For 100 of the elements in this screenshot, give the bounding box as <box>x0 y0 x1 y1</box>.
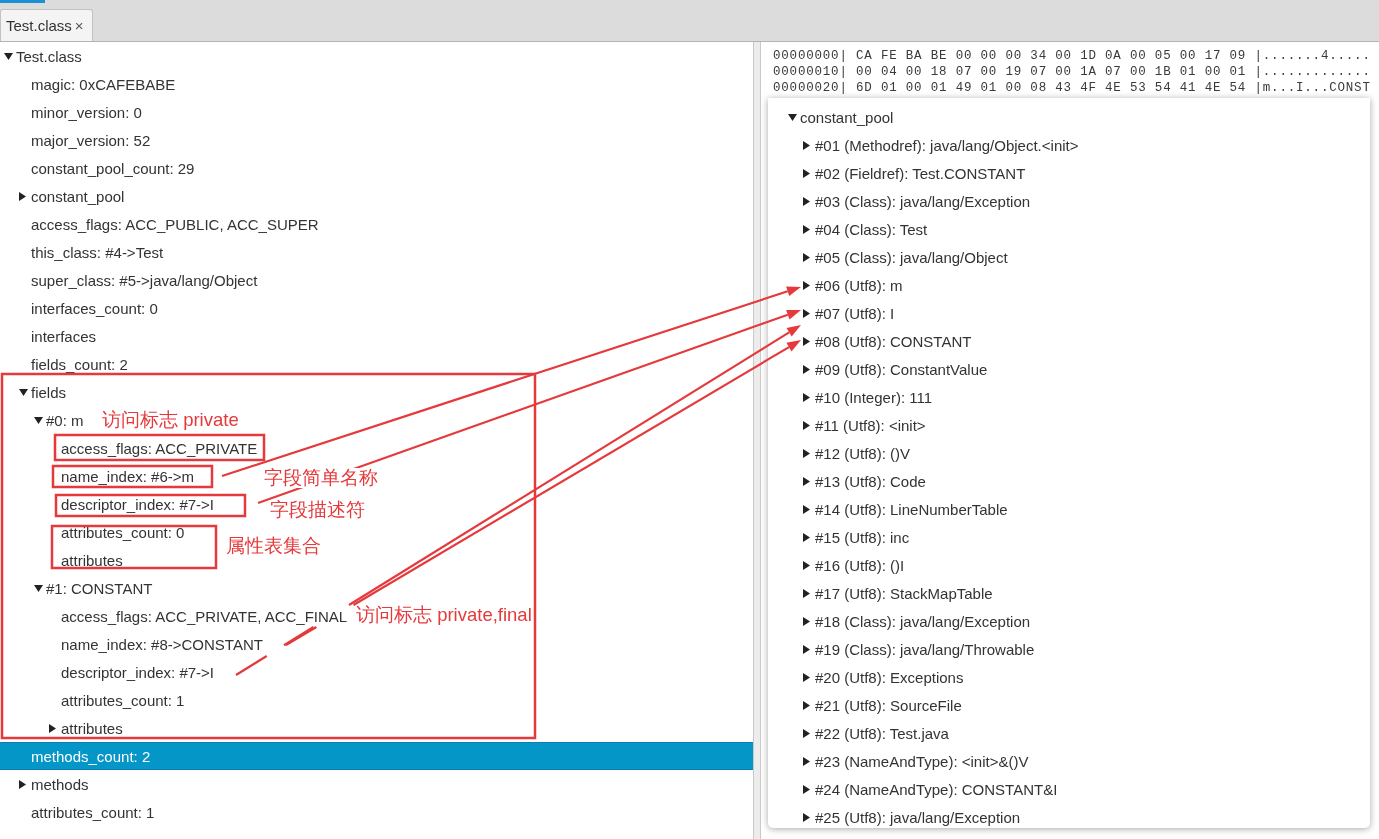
caret-right-icon[interactable] <box>49 723 56 733</box>
tree-item[interactable]: #01 (Methodref): java/lang/Object.<init> <box>768 131 1079 159</box>
tree-item[interactable]: #10 (Integer): 111 <box>768 383 933 411</box>
caret-down-icon[interactable] <box>19 388 28 396</box>
tree-item[interactable]: interfaces_count: 0 <box>0 294 158 322</box>
tree-item[interactable]: #1: CONSTANT <box>0 574 153 602</box>
caret-right-icon[interactable] <box>803 672 810 682</box>
caret-down-icon[interactable] <box>788 113 797 121</box>
tree-item[interactable]: this_class: #4->Test <box>0 238 164 266</box>
hex-ascii: |............. <box>1254 64 1371 80</box>
tree-item[interactable]: #03 (Class): java/lang/Exception <box>768 187 1031 215</box>
tree-item[interactable]: access_flags: ACC_PRIVATE, ACC_FINAL <box>0 602 348 630</box>
caret-right-icon[interactable] <box>803 812 810 822</box>
hex-bytes: 6D 01 00 01 49 01 00 08 43 4F 4E 53 54 41 4E 54 <box>856 80 1247 96</box>
tree-item[interactable]: #14 (Utf8): LineNumberTable <box>768 495 1008 523</box>
caret-right-icon[interactable] <box>803 784 810 794</box>
tree-item[interactable]: #24 (NameAndType): CONSTANT&I <box>768 775 1058 803</box>
tree-item[interactable]: attributes_count: 1 <box>0 686 185 714</box>
caret-right-icon[interactable] <box>803 700 810 710</box>
caret-right-icon[interactable] <box>803 308 810 318</box>
caret-right-icon[interactable] <box>803 420 810 430</box>
tree-item[interactable]: #09 (Utf8): ConstantValue <box>768 355 988 383</box>
caret-right-icon[interactable] <box>19 191 26 201</box>
tree-item[interactable]: #19 (Class): java/lang/Throwable <box>768 635 1035 663</box>
tree-item[interactable]: #25 (Utf8): java/lang/Exception <box>768 803 1021 828</box>
tree-item[interactable]: major_version: 52 <box>0 126 151 154</box>
caret-down-icon[interactable] <box>34 416 43 424</box>
tree-item[interactable]: #0: m <box>0 406 84 434</box>
tree-item[interactable]: attributes <box>0 546 123 574</box>
caret-right-icon[interactable] <box>803 280 810 290</box>
annotation-label: 属性表集合 <box>226 536 321 557</box>
tree-item[interactable]: #07 (Utf8): I <box>768 299 895 327</box>
tree-item[interactable]: name_index: #8->CONSTANT <box>0 630 263 658</box>
tree-item[interactable]: #08 (Utf8): CONSTANT <box>768 327 972 355</box>
caret-right-icon[interactable] <box>803 644 810 654</box>
caret-right-icon[interactable] <box>803 168 810 178</box>
caret-right-icon[interactable] <box>803 560 810 570</box>
tree-item[interactable]: #13 (Utf8): Code <box>768 467 926 495</box>
caret-down-icon[interactable] <box>34 584 43 592</box>
caret-down-icon[interactable] <box>4 52 13 60</box>
hex-offset: 00000000| <box>773 48 848 64</box>
tree-item[interactable]: constant_pool <box>768 103 894 131</box>
tree-item[interactable]: attributes_count: 0 <box>0 518 185 546</box>
tree-item[interactable]: #04 (Class): Test <box>768 215 928 243</box>
tree-item[interactable]: #15 (Utf8): inc <box>768 523 910 551</box>
tree-item[interactable]: access_flags: ACC_PRIVATE <box>0 434 258 462</box>
hex-offset: 00000020| <box>773 80 848 96</box>
tree-item[interactable]: #18 (Class): java/lang/Exception <box>768 607 1031 635</box>
tree-item[interactable]: access_flags: ACC_PUBLIC, ACC_SUPER <box>0 210 319 238</box>
caret-right-icon[interactable] <box>803 532 810 542</box>
tree-item[interactable]: name_index: #6->m <box>0 462 194 490</box>
caret-right-icon[interactable] <box>803 196 810 206</box>
caret-right-icon[interactable] <box>803 756 810 766</box>
tree-item[interactable]: descriptor_index: #7->I <box>0 490 214 518</box>
caret-right-icon[interactable] <box>803 616 810 626</box>
hex-bytes: CA FE BA BE 00 00 00 34 00 1D 0A 00 05 00 17 09 <box>856 48 1247 64</box>
close-button[interactable]: × <box>74 18 84 33</box>
annotation-label: 访问标志 private,final <box>356 605 532 626</box>
tree-item[interactable]: Test.class <box>0 42 82 70</box>
caret-right-icon[interactable] <box>803 364 810 374</box>
accent-bar <box>0 0 45 3</box>
tree-item[interactable]: attributes <box>0 714 123 742</box>
hex-bytes: 00 04 00 18 07 00 19 07 00 1A 07 00 1B 01 00 01 <box>856 64 1247 80</box>
tree-item[interactable]: #17 (Utf8): StackMapTable <box>768 579 993 607</box>
tree-item[interactable]: constant_pool_count: 29 <box>0 154 195 182</box>
tree-item[interactable]: minor_version: 0 <box>0 98 142 126</box>
annotation-label: 访问标志 private <box>102 410 239 431</box>
tree-item[interactable]: #05 (Class): java/lang/Object <box>768 243 1008 271</box>
tree-item[interactable]: #21 (Utf8): SourceFile <box>768 691 962 719</box>
caret-right-icon[interactable] <box>803 588 810 598</box>
tree-item[interactable]: #23 (NameAndType): <init>&()V <box>768 747 1029 775</box>
caret-right-icon[interactable] <box>803 336 810 346</box>
tree-item[interactable]: descriptor_index: #7->I <box>0 658 214 686</box>
tree-item[interactable]: super_class: #5->java/lang/Object <box>0 266 258 294</box>
annotation-label: 字段描述符 <box>270 500 365 521</box>
tree-item[interactable]: #12 (Utf8): ()V <box>768 439 911 467</box>
caret-right-icon[interactable] <box>803 252 810 262</box>
hex-ascii: |.......4..... <box>1254 48 1371 64</box>
tree-item[interactable]: constant_pool <box>0 182 125 210</box>
tree-item[interactable]: #02 (Fieldref): Test.CONSTANT <box>768 159 1026 187</box>
tree-item[interactable]: methods <box>0 770 89 798</box>
caret-right-icon[interactable] <box>19 779 26 789</box>
tree-item[interactable]: magic: 0xCAFEBABE <box>0 70 176 98</box>
tree-item[interactable]: fields_count: 2 <box>0 350 128 378</box>
tree-item[interactable]: #16 (Utf8): ()I <box>768 551 905 579</box>
file-tab[interactable]: Test.class × <box>0 9 93 41</box>
tree-item[interactable]: #11 (Utf8): <init> <box>768 411 926 439</box>
caret-right-icon[interactable] <box>803 448 810 458</box>
caret-right-icon[interactable] <box>803 728 810 738</box>
tree-item[interactable]: #20 (Utf8): Exceptions <box>768 663 964 691</box>
tree-item[interactable]: #06 (Utf8): m <box>768 271 903 299</box>
caret-right-icon[interactable] <box>803 224 810 234</box>
caret-right-icon[interactable] <box>803 504 810 514</box>
tree-item[interactable]: interfaces <box>0 322 97 350</box>
caret-right-icon[interactable] <box>803 476 810 486</box>
tree-item[interactable]: attributes_count: 1 <box>0 798 155 826</box>
tree-item[interactable]: fields <box>0 378 67 406</box>
caret-right-icon[interactable] <box>803 140 810 150</box>
tree-item[interactable]: #22 (Utf8): Test.java <box>768 719 949 747</box>
caret-right-icon[interactable] <box>803 392 810 402</box>
